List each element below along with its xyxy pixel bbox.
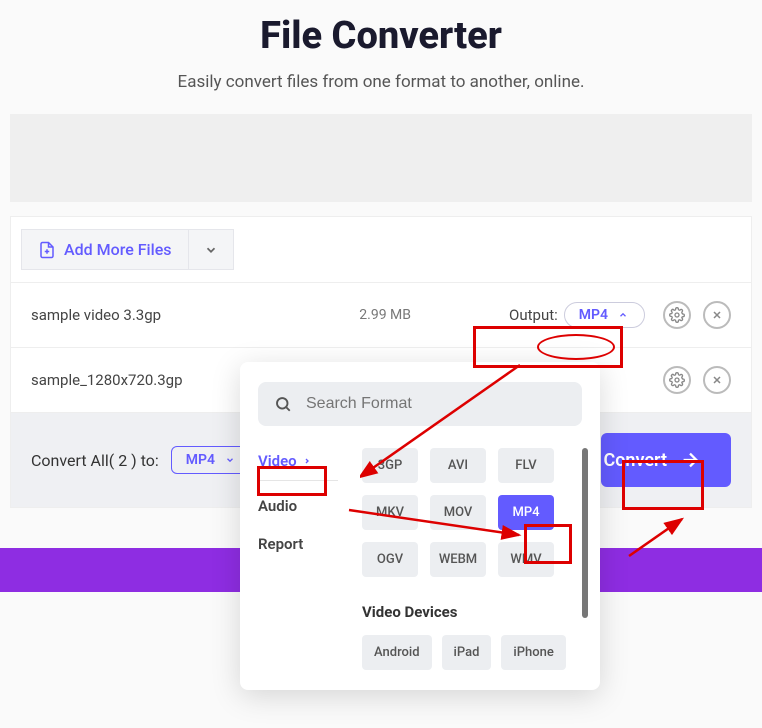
arrow-right-icon	[679, 449, 701, 471]
device-chip-iphone[interactable]: iPhone	[501, 635, 565, 670]
chevron-right-icon	[303, 457, 311, 465]
format-chip-avi[interactable]: AVI	[430, 448, 486, 483]
gear-icon	[669, 372, 685, 388]
category-video[interactable]: Video	[258, 448, 338, 481]
format-search-input[interactable]	[258, 382, 582, 426]
convert-button[interactable]: Convert	[601, 433, 731, 487]
format-chip-mp4[interactable]: MP4	[498, 495, 554, 530]
add-file-icon	[38, 241, 56, 259]
close-icon	[711, 374, 723, 386]
file-size: 2.99 MB	[251, 307, 431, 323]
convert-all-format-value: MP4	[186, 452, 215, 468]
output-format-value: MP4	[579, 307, 608, 323]
settings-button[interactable]	[663, 301, 691, 329]
video-devices-heading: Video Devices	[362, 603, 582, 621]
search-icon	[274, 395, 292, 413]
file-row: sample video 3.3gp 2.99 MB Output: MP4	[11, 282, 751, 347]
format-chip-mov[interactable]: MOV	[430, 495, 486, 530]
scrollbar[interactable]	[582, 448, 588, 618]
add-more-dropdown[interactable]	[188, 229, 234, 270]
output-format-selector[interactable]: MP4	[564, 302, 645, 328]
page-subtitle: Easily convert files from one format to …	[0, 72, 762, 92]
convert-button-label: Convert	[603, 450, 667, 471]
format-chip-mkv[interactable]: MKV	[362, 495, 418, 530]
format-category-list: Video Audio Report	[258, 448, 338, 670]
convert-all-format-selector[interactable]: MP4	[171, 446, 250, 474]
format-chip-wmv[interactable]: WMV	[498, 542, 554, 577]
ad-banner	[10, 114, 752, 202]
chevron-down-icon	[225, 455, 235, 465]
format-chip-3gp[interactable]: 3GP	[362, 448, 418, 483]
category-audio[interactable]: Audio	[258, 493, 338, 519]
convert-all-label: Convert All( 2 ) to:	[31, 451, 159, 470]
file-name: sample_1280x720.3gp	[31, 371, 251, 389]
add-more-files-button[interactable]: Add More Files	[21, 229, 188, 270]
device-chip-ipad[interactable]: iPad	[442, 635, 492, 670]
format-chip-flv[interactable]: FLV	[498, 448, 554, 483]
page-title: File Converter	[0, 14, 762, 58]
remove-button[interactable]	[703, 366, 731, 394]
close-icon	[711, 309, 723, 321]
file-name: sample video 3.3gp	[31, 306, 251, 324]
format-popup: Video Audio Report 3GP AVI FLV MKV MOV M…	[240, 362, 600, 690]
add-more-files-label: Add More Files	[64, 240, 172, 259]
settings-button[interactable]	[663, 366, 691, 394]
format-grid: 3GP AVI FLV MKV MOV MP4 OGV WEBM WMV	[362, 448, 582, 577]
chevron-up-icon	[618, 310, 628, 320]
chevron-down-icon	[204, 243, 218, 257]
category-report[interactable]: Report	[258, 531, 338, 557]
format-chip-ogv[interactable]: OGV	[362, 542, 418, 577]
device-chip-android[interactable]: Android	[362, 635, 432, 670]
output-label: Output:	[509, 306, 558, 324]
gear-icon	[669, 307, 685, 323]
format-chip-webm[interactable]: WEBM	[430, 542, 486, 577]
remove-button[interactable]	[703, 301, 731, 329]
